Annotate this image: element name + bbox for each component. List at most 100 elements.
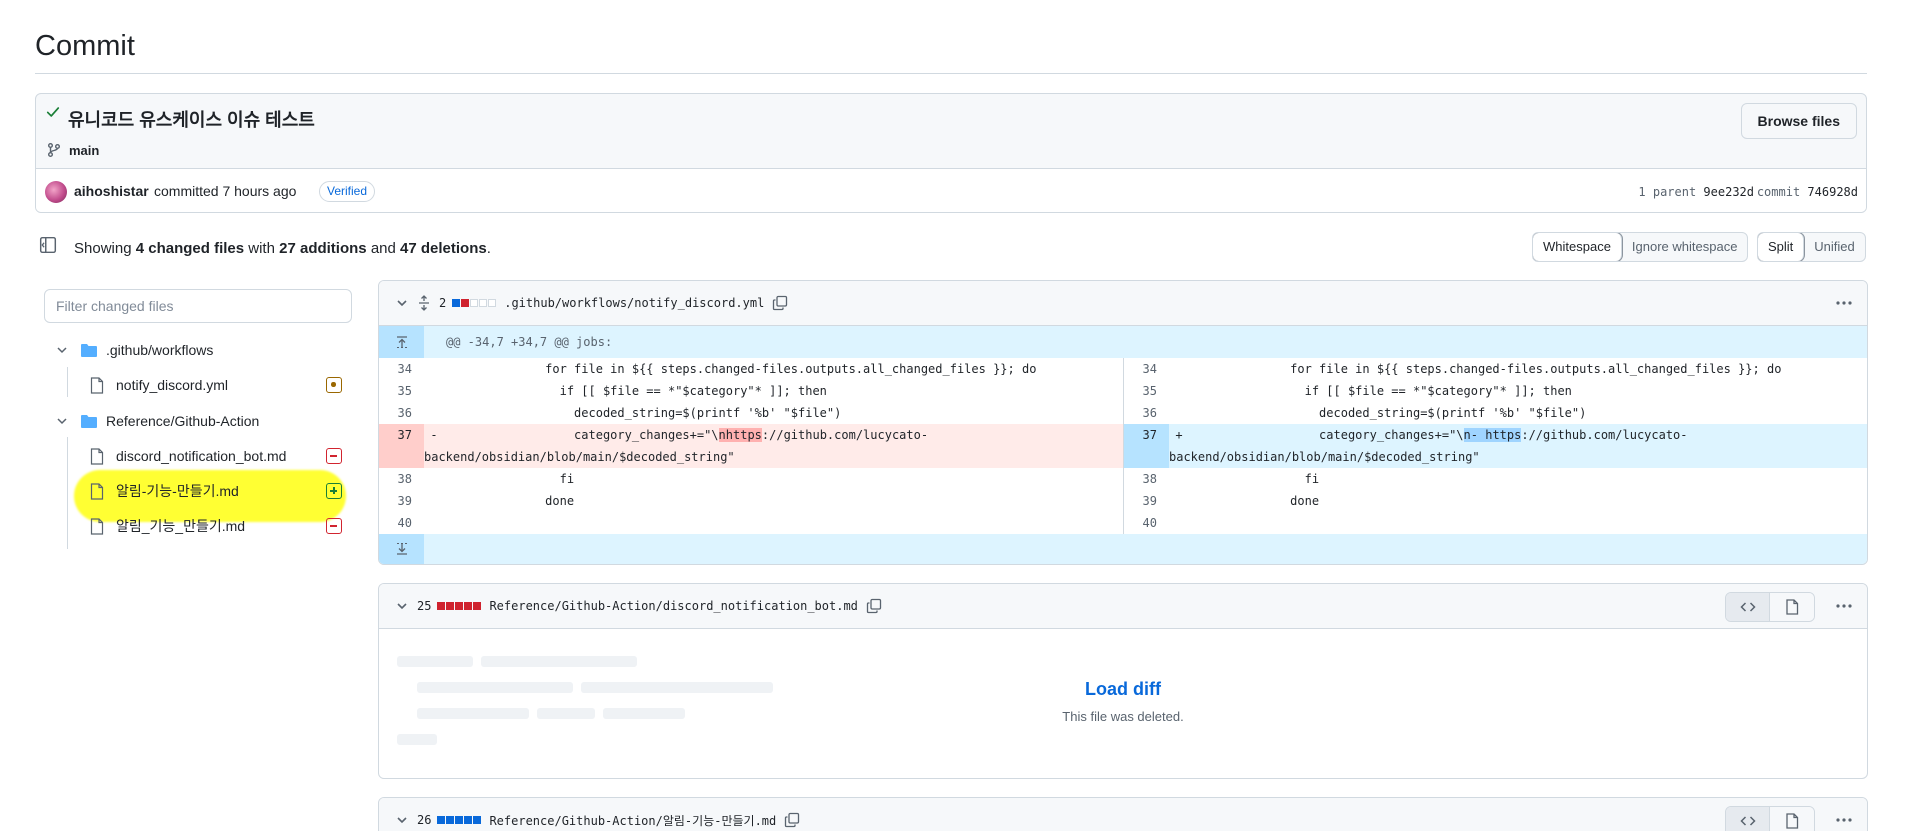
code-view-icon[interactable] <box>1726 807 1770 831</box>
summary-period: . <box>486 240 491 257</box>
line-number[interactable]: 36 <box>379 402 424 424</box>
page-title: Commit <box>35 30 135 62</box>
line-number[interactable]: 37 <box>379 424 424 468</box>
commit-meta: aihoshistar committed 7 hours ago Verifi… <box>36 168 1866 212</box>
tree-file-label: 알림_기능_만들기.md <box>116 518 246 534</box>
check-icon <box>46 107 60 117</box>
line-number[interactable]: 38 <box>1124 468 1169 490</box>
load-diff-link[interactable]: Load diff <box>379 679 1867 700</box>
code-segment: ://github.com/lucycato- <box>761 428 929 442</box>
diff-pane-left: 34 for file in ${{ steps.changed-files.o… <box>379 358 1124 534</box>
tree-folder-label: Reference/Github-Action <box>106 413 260 429</box>
tree-file-notify-discord[interactable]: notify_discord.yml <box>90 370 228 400</box>
copy-icon[interactable] <box>866 598 882 614</box>
line-number[interactable]: 34 <box>1124 358 1169 380</box>
code-line: done <box>1189 494 1320 508</box>
verified-badge[interactable]: Verified <box>319 181 376 202</box>
code-view-icon[interactable] <box>1726 593 1770 621</box>
tree-folder-reference-github-action[interactable]: Reference/Github-Action <box>56 406 259 436</box>
line-number[interactable]: 37 <box>1124 424 1169 468</box>
diffstat-block <box>479 299 488 307</box>
parent-hash-link[interactable]: 9ee232d <box>1703 185 1754 199</box>
diffstat-blocks <box>452 299 497 307</box>
chevron-down-icon[interactable] <box>395 296 409 310</box>
diffstat-block <box>455 816 464 824</box>
chevron-down-icon[interactable] <box>395 599 409 613</box>
code-line: for file in ${{ steps.changed-files.outp… <box>1189 362 1782 376</box>
diff-sign <box>1169 512 1189 534</box>
code-highlight: nhttps <box>718 428 762 442</box>
code-line: if [[ $file == *"$category"* ]]; then <box>444 384 827 398</box>
line-number[interactable]: 35 <box>1124 380 1169 402</box>
load-diff-area: Load diff This file was deleted. <box>379 629 1867 778</box>
chevron-down-icon[interactable] <box>395 813 409 827</box>
code-line: decoded_string=$(printf '%b' "$file") <box>444 406 842 420</box>
file-deleted-note: This file was deleted. <box>1062 709 1184 724</box>
diff-file-path[interactable]: Reference/Github-Action/discord_notifica… <box>489 599 857 613</box>
kebab-horizontal-icon[interactable] <box>1835 295 1853 311</box>
diff-sign <box>424 512 444 534</box>
tree-file-label: discord_notification_bot.md <box>116 448 287 464</box>
tree-file-alarm-underscore[interactable]: 알림_기능_만들기.md <box>90 511 245 541</box>
line-number[interactable]: 39 <box>1124 490 1169 512</box>
kebab-horizontal-icon[interactable] <box>1835 812 1853 828</box>
line-number[interactable]: 40 <box>379 512 424 534</box>
kebab-horizontal-icon[interactable] <box>1835 598 1853 614</box>
filter-changed-files-input[interactable] <box>44 289 352 323</box>
diff-sign: - <box>430 428 438 442</box>
file-view-icon[interactable] <box>1770 807 1814 831</box>
diffstat-block <box>446 602 455 610</box>
unified-button[interactable]: Unified <box>1804 233 1864 261</box>
diff-line: 34 for file in ${{ steps.changed-files.o… <box>379 358 1123 380</box>
code-line: category_changes+="\nhttps://github.com/… <box>444 424 928 446</box>
whitespace-toggle-group: Whitespace Ignore whitespace <box>1532 232 1749 262</box>
ignore-whitespace-button[interactable]: Ignore whitespace <box>1622 233 1748 261</box>
diffstat-block <box>470 299 479 307</box>
line-number[interactable]: 40 <box>1124 512 1169 534</box>
copy-icon[interactable] <box>772 295 788 311</box>
diff-file-path[interactable]: .github/workflows/notify_discord.yml <box>504 296 764 310</box>
author-link[interactable]: aihoshistar <box>74 183 149 199</box>
expand-up-icon[interactable] <box>379 326 424 358</box>
tree-file-discord-notification-bot[interactable]: discord_notification_bot.md <box>90 441 286 471</box>
diffstat-blocks <box>437 816 482 824</box>
diffstat-block <box>473 816 482 824</box>
tree-guide-line <box>67 367 68 397</box>
expand-all-icon[interactable] <box>417 295 431 311</box>
file-view-icon[interactable] <box>1770 593 1814 621</box>
expand-down-icon[interactable] <box>379 534 424 564</box>
line-number[interactable]: 35 <box>379 380 424 402</box>
diff-line: 36 decoded_string=$(printf '%b' "$file") <box>1124 402 1867 424</box>
browse-files-button[interactable]: Browse files <box>1740 103 1857 139</box>
diff-sign <box>1169 358 1189 380</box>
diffstat-block <box>437 602 446 610</box>
diff-file-discord-notification-bot: 25 Reference/Github-Action/discord_notif… <box>378 583 1868 779</box>
tree-folder-github-workflows[interactable]: .github/workflows <box>56 335 213 365</box>
split-button[interactable]: Split <box>1758 233 1805 261</box>
line-number[interactable]: 38 <box>379 468 424 490</box>
diff-sign <box>424 358 444 380</box>
avatar[interactable] <box>45 181 67 203</box>
diff-line: 40 <box>1124 512 1867 534</box>
commit-label: commit <box>1756 185 1801 199</box>
branch-name[interactable]: main <box>69 143 99 158</box>
chevron-down-icon[interactable] <box>56 344 68 356</box>
copy-icon[interactable] <box>784 812 800 828</box>
diffstat-block <box>464 602 473 610</box>
tree-file-alarm-hyphen[interactable]: 알림-기능-만들기.md <box>90 476 239 506</box>
line-number[interactable]: 39 <box>379 490 424 512</box>
tree-guide-line <box>67 437 68 549</box>
line-number[interactable]: 34 <box>379 358 424 380</box>
line-number[interactable]: 36 <box>1124 402 1169 424</box>
diff-sign <box>1169 490 1189 512</box>
summary-and: and <box>370 240 396 257</box>
diff-file-path[interactable]: Reference/Github-Action/알림-기능-만들기.md <box>489 812 776 829</box>
commit-hash: 746928d <box>1807 185 1858 199</box>
code-segment: ://github.com/lucycato- <box>1521 428 1688 442</box>
chevron-down-icon[interactable] <box>56 415 68 427</box>
whitespace-button[interactable]: Whitespace <box>1533 233 1622 261</box>
sidebar-toggle-icon[interactable] <box>39 236 57 254</box>
code-line: done <box>444 494 575 508</box>
diff-sign <box>424 380 444 402</box>
summary-additions: 27 additions <box>279 240 367 257</box>
